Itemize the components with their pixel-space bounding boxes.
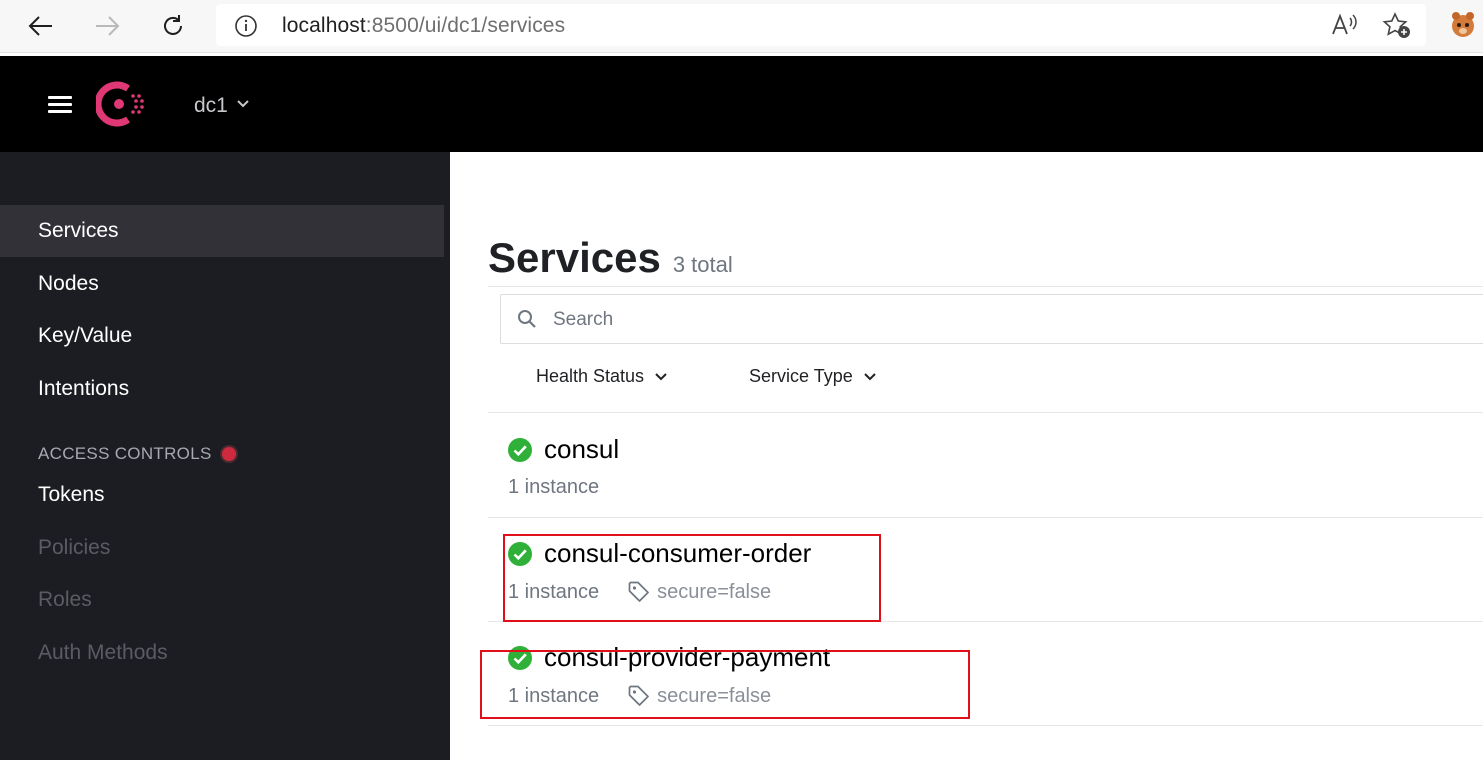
sidebar-item-intentions[interactable]: Intentions (0, 363, 444, 415)
search-box[interactable] (500, 294, 1483, 345)
chevron-down-icon (864, 372, 876, 380)
forward-button[interactable] (90, 9, 124, 43)
page-title: Services 3 total (488, 234, 733, 282)
read-aloud-icon[interactable] (1330, 12, 1358, 38)
url-text: localhost:8500/ui/dc1/services (282, 14, 566, 37)
service-name[interactable]: consul (508, 434, 619, 465)
sidebar-item-roles: Roles (38, 588, 92, 611)
passing-check-icon (508, 437, 532, 462)
search-input[interactable] (551, 295, 1455, 345)
sidebar-item-policies: Policies (38, 536, 111, 559)
divider (488, 286, 1483, 287)
divider (488, 412, 1483, 413)
sidebar-item-key-value[interactable]: Key/Value (0, 310, 444, 362)
chevron-down-icon (655, 372, 667, 380)
service-row[interactable]: consul 1 instance (488, 414, 1483, 518)
sidebar-item-tokens[interactable]: Tokens (0, 469, 444, 521)
filter-health-status[interactable]: Health Status (536, 366, 668, 387)
consul-logo[interactable] (96, 80, 148, 128)
favorite-star-icon[interactable] (1382, 12, 1412, 40)
alert-dot-icon (221, 447, 236, 461)
filter-label: Health Status (536, 366, 645, 386)
refresh-button[interactable] (156, 9, 190, 43)
datacenter-label: dc1 (194, 94, 228, 117)
sidebar-item-auth-methods: Auth Methods (38, 641, 168, 664)
chevron-down-icon (237, 100, 249, 108)
filter-label: Service Type (749, 366, 853, 386)
annotation-highlight-box (480, 650, 970, 719)
access-controls-heading: ACCESS CONTROLS (38, 444, 236, 464)
back-arrow-icon (28, 16, 52, 36)
datacenter-selector[interactable]: dc1 (194, 94, 250, 118)
sidebar-item-nodes[interactable]: Nodes (0, 258, 444, 310)
instance-count: 1 instance (508, 476, 600, 498)
browser-toolbar: localhost:8500/ui/dc1/services (0, 0, 1483, 53)
app-header: dc1 (0, 56, 1483, 152)
sidebar: Services Nodes Key/Value Intentions ACCE… (0, 152, 450, 760)
annotation-highlight-box (503, 534, 881, 622)
access-controls-label: ACCESS CONTROLS (38, 444, 212, 463)
forward-arrow-icon (96, 16, 120, 36)
menu-icon[interactable] (48, 96, 72, 114)
search-icon (518, 310, 536, 328)
service-count: 3 total (672, 252, 733, 277)
refresh-icon (164, 15, 182, 35)
info-icon (235, 15, 257, 37)
page-heading: Services (488, 234, 661, 281)
service-name-text: consul (544, 434, 620, 464)
service-meta: 1 instance (508, 476, 599, 499)
extension-icon[interactable] (1448, 10, 1478, 40)
sidebar-item-services[interactable]: Services (0, 205, 444, 257)
address-bar[interactable]: localhost:8500/ui/dc1/services (216, 4, 1426, 46)
back-button[interactable] (24, 9, 58, 43)
filter-service-type[interactable]: Service Type (749, 366, 877, 387)
